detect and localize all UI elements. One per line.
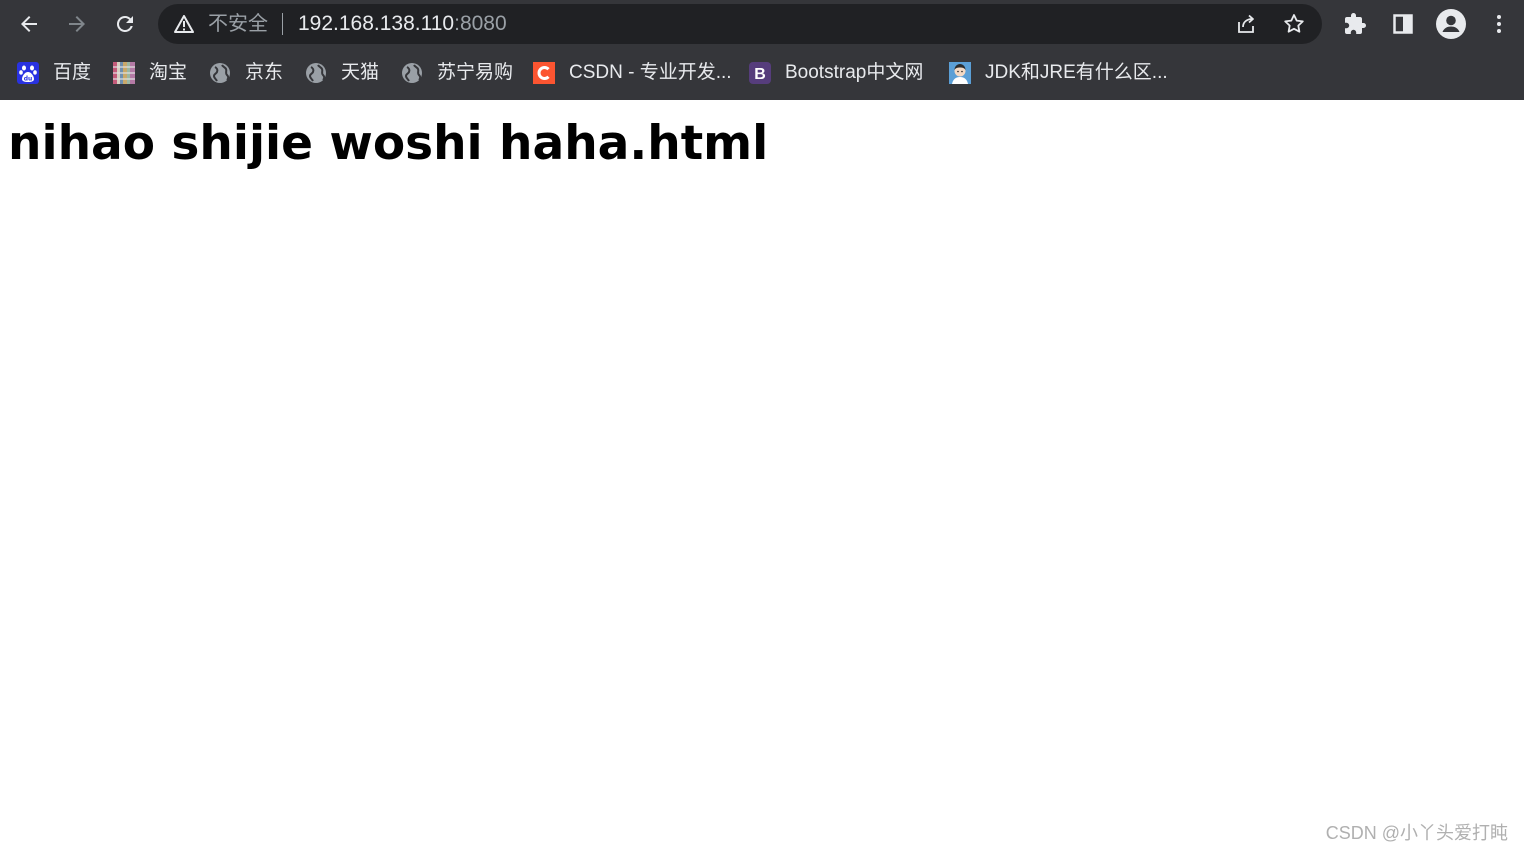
- bookmark-label: 京东: [245, 62, 284, 83]
- svg-text:B: B: [754, 66, 766, 83]
- menu-kebab-icon: [1497, 15, 1501, 33]
- profile-button[interactable]: [1435, 8, 1467, 40]
- bookmark-label: 百度: [53, 62, 92, 83]
- share-icon[interactable]: [1234, 12, 1258, 36]
- bookmark-taobao[interactable]: 淘宝: [113, 60, 187, 86]
- url-host: 192.168.138.110: [298, 12, 455, 35]
- taobao-icon: [113, 62, 135, 84]
- forward-button[interactable]: [61, 8, 93, 40]
- url-port: :8080: [454, 12, 507, 35]
- side-panel-button[interactable]: [1387, 8, 1419, 40]
- security-label[interactable]: 不安全: [208, 13, 268, 35]
- side-panel-icon: [1393, 14, 1413, 34]
- globe-icon: [401, 62, 423, 84]
- bookmark-label: 苏宁易购: [437, 62, 514, 83]
- url-text[interactable]: 192.168.138.110:8080: [298, 13, 507, 35]
- svg-text:du: du: [24, 76, 33, 83]
- page-heading: nihao shijie woshi haha.html: [8, 116, 769, 171]
- address-separator: [282, 13, 283, 35]
- bookmark-jd[interactable]: 京东: [209, 60, 283, 86]
- bookmark-label: 天猫: [341, 62, 380, 83]
- baidu-paw-icon: du: [17, 62, 39, 84]
- reload-button[interactable]: [109, 8, 141, 40]
- menu-button[interactable]: [1483, 8, 1515, 40]
- bookmark-tmall[interactable]: 天猫: [305, 60, 379, 86]
- watermark: CSDN @小丫头爱打盹: [1325, 823, 1508, 843]
- bookmark-label: CSDN - 专业开发...: [569, 62, 732, 83]
- browser-toolbar: 不安全 192.168.138.110:8080: [0, 0, 1524, 48]
- reload-icon: [116, 15, 133, 32]
- bookmark-star-icon[interactable]: [1282, 12, 1306, 36]
- extensions-button[interactable]: [1339, 8, 1371, 40]
- bookmark-baidu[interactable]: du 百度: [17, 60, 91, 86]
- back-icon: [21, 16, 37, 32]
- bookmarks-bar: du 百度 淘宝 京东 天猫 苏宁易购 CSDN - 专业开发... B Boo…: [0, 52, 1524, 96]
- extensions-puzzle-icon: [1345, 13, 1366, 34]
- bookmark-suning[interactable]: 苏宁易购: [401, 60, 513, 86]
- address-bar[interactable]: 不安全 192.168.138.110:8080: [158, 4, 1322, 44]
- bookmark-jdk-jre[interactable]: JDK和JRE有什么区...: [949, 60, 1168, 86]
- bootstrap-b-icon: B: [749, 62, 771, 84]
- page-content: nihao shijie woshi haha.html CSDN @小丫头爱打…: [0, 100, 1524, 853]
- globe-icon: [305, 62, 327, 84]
- bookmark-csdn[interactable]: CSDN - 专业开发...: [533, 60, 732, 86]
- bookmark-label: JDK和JRE有什么区...: [985, 62, 1168, 83]
- bookmark-label: 淘宝: [149, 62, 188, 83]
- profile-avatar-icon: [1436, 9, 1466, 39]
- bookmark-bootstrap[interactable]: B Bootstrap中文网: [749, 60, 923, 86]
- browser-chrome: 不安全 192.168.138.110:8080 du 百度 淘宝 京东 天猫 …: [0, 0, 1524, 100]
- csdn-c-icon: [533, 62, 555, 84]
- forward-icon: [69, 16, 85, 32]
- warning-icon[interactable]: [174, 15, 194, 33]
- globe-icon: [209, 62, 231, 84]
- back-button[interactable]: [13, 8, 45, 40]
- bookmark-label: Bootstrap中文网: [785, 62, 924, 83]
- avatar-icon: [949, 62, 971, 84]
